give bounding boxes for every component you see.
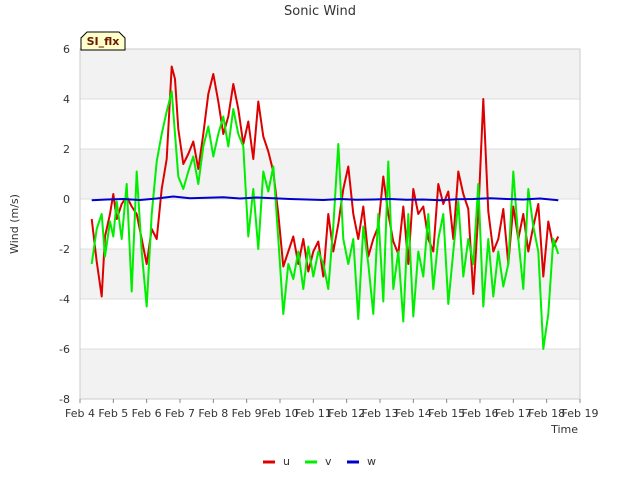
- y-tick-label: 2: [63, 143, 70, 156]
- y-tick-label: -6: [59, 343, 70, 356]
- x-axis-title: Time: [550, 423, 578, 436]
- x-tick-label: Feb 15: [428, 407, 465, 420]
- x-tick-label: Feb 9: [232, 407, 262, 420]
- y-tick-label: 6: [63, 43, 70, 56]
- x-tick-label: Feb 12: [328, 407, 365, 420]
- grid-band: [80, 349, 580, 399]
- grid-band: [80, 49, 580, 99]
- y-tick-label: 4: [63, 93, 70, 106]
- chart-title: Sonic Wind: [284, 4, 356, 19]
- x-tick-label: Feb 13: [362, 407, 399, 420]
- y-axis: -8 -6 -4 -2 0 2 4 6: [59, 43, 70, 406]
- legend-label-u: u: [283, 455, 290, 468]
- x-tick-label: Feb 19: [562, 407, 599, 420]
- sonic-wind-chart: Sonic Wind -8-6-4-20246 Feb 4 Feb 5 Feb 6F…: [8, 4, 598, 468]
- y-axis-title: Wind (m/s): [8, 194, 21, 254]
- x-tick-label: Feb 18: [528, 407, 565, 420]
- y-tick-label: 0: [63, 193, 70, 206]
- x-tick-label: Feb 8: [198, 407, 228, 420]
- x-tick-label: Feb 16: [462, 407, 499, 420]
- y-tick-label: -8: [59, 393, 70, 406]
- x-tick-label: Feb 7: [165, 407, 195, 420]
- badge-label: SI_flx: [87, 35, 120, 48]
- x-tick-label: Feb 5: [98, 407, 128, 420]
- x-tick-label: Feb 6: [132, 407, 162, 420]
- x-tick-label: Feb 10: [262, 407, 299, 420]
- station-badge: SI_flx: [80, 31, 126, 51]
- plot-area: [79, 48, 581, 400]
- y-tick-label: -2: [59, 243, 70, 256]
- legend-label-v: v: [325, 455, 332, 468]
- x-tick-label: Feb 4: [65, 407, 95, 420]
- y-tick-label: -4: [59, 293, 70, 306]
- x-tick-label: Feb 14: [395, 407, 432, 420]
- legend: u v w: [263, 455, 376, 468]
- x-axis: Feb 4 Feb 5 Feb 6 Feb 7 Feb 8 Feb 9 Feb 10Feb …: [65, 399, 598, 420]
- legend-label-w: w: [367, 455, 376, 468]
- x-tick-label: Feb 17: [495, 407, 532, 420]
- x-tick-label: Feb 11: [295, 407, 332, 420]
